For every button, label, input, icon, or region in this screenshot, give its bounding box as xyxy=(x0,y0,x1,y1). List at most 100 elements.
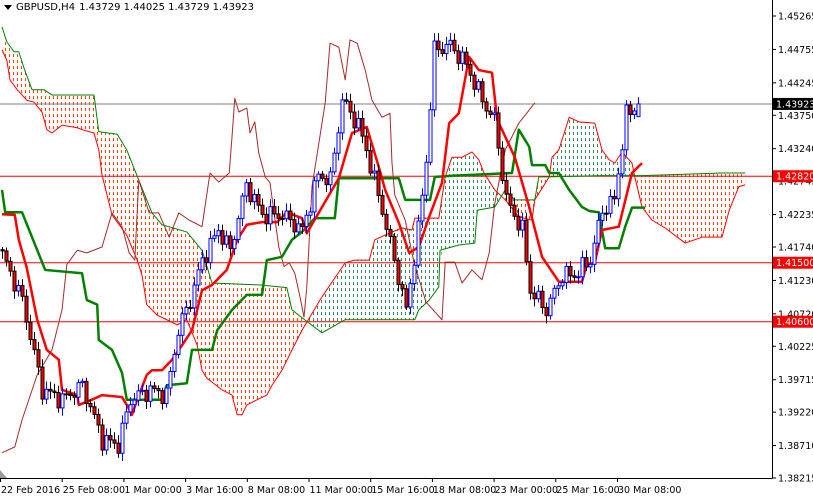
candle-body xyxy=(584,257,589,268)
bullish-candle xyxy=(444,36,449,61)
y-tick-label: 1.39715 xyxy=(778,375,813,386)
bullish-candle xyxy=(616,167,621,207)
bearish-cloud-segment xyxy=(246,284,250,407)
bearish-candle xyxy=(288,203,293,228)
bearish-cloud-segment xyxy=(114,133,118,224)
candle-body xyxy=(560,282,565,287)
candle-body xyxy=(28,321,33,341)
candle-body xyxy=(256,193,261,206)
candle-body xyxy=(132,399,137,406)
candle-body xyxy=(116,442,121,454)
bearish-cloud-segment xyxy=(706,173,710,238)
bullish-cloud-segment xyxy=(354,260,358,320)
x-tick-label: 3 Mar 16:00 xyxy=(186,485,243,496)
candle-body xyxy=(320,173,325,179)
candle-body xyxy=(292,219,297,233)
bearish-candle xyxy=(368,143,373,176)
candle-body xyxy=(108,435,113,441)
candle-body xyxy=(604,212,609,215)
candle-body xyxy=(44,388,49,400)
bearish-cloud-segment xyxy=(722,172,726,238)
bearish-cloud-segment xyxy=(658,174,662,227)
candle-body xyxy=(36,349,41,368)
bullish-candle xyxy=(136,384,141,407)
x-tick-label: 22 Feb 2016 xyxy=(1,485,60,496)
bullish-candle xyxy=(620,144,625,179)
bearish-candle xyxy=(56,385,61,413)
bullish-candle xyxy=(340,93,345,140)
bullish-candle xyxy=(212,228,217,243)
bearish-cloud-segment xyxy=(274,286,278,383)
bearish-candle xyxy=(40,359,45,405)
bullish-candle xyxy=(632,107,637,119)
bullish-candle xyxy=(536,285,541,303)
candle-body xyxy=(388,228,393,237)
candle-body xyxy=(624,104,629,151)
bearish-cloud-segment xyxy=(222,283,226,392)
bullish-cloud-segment xyxy=(458,157,462,246)
candle-body xyxy=(428,109,433,163)
bearish-cloud-segment xyxy=(110,133,114,218)
bearish-candle xyxy=(264,207,269,232)
bullish-candle xyxy=(432,33,437,117)
bearish-candle xyxy=(256,188,261,212)
candle-body xyxy=(544,306,549,317)
bullish-cloud-segment xyxy=(470,153,474,244)
candle-body xyxy=(328,171,333,186)
candle-body xyxy=(128,404,133,413)
candle-body xyxy=(0,249,5,252)
bullish-candle xyxy=(284,203,289,223)
price-level-label: 1.40600 xyxy=(776,317,813,328)
bearish-candle xyxy=(568,261,573,284)
bearish-cloud-segment xyxy=(74,94,78,129)
bearish-candle xyxy=(112,432,117,450)
chart-shift-marker-icon xyxy=(0,470,7,478)
bearish-candle xyxy=(0,247,5,259)
ichimoku-lines xyxy=(0,26,746,454)
candle-body xyxy=(420,194,425,222)
bearish-cloud-segment xyxy=(154,215,158,316)
bearish-candle xyxy=(404,284,409,310)
candle-body xyxy=(200,257,205,271)
bullish-candle xyxy=(120,415,125,462)
bullish-candle xyxy=(476,79,481,93)
bearish-cloud-segment xyxy=(674,174,678,238)
candle-body xyxy=(124,411,129,424)
bullish-candle xyxy=(104,428,109,455)
candle-body xyxy=(268,206,273,225)
price-chart[interactable]: 1.452651.447551.442451.437501.432401.427… xyxy=(0,0,813,497)
candle-body xyxy=(88,403,93,408)
bearish-candle xyxy=(532,286,537,307)
bearish-cloud-segment xyxy=(278,286,282,377)
bullish-candle xyxy=(588,256,593,274)
bearish-candle xyxy=(48,381,53,399)
bearish-cloud-segment xyxy=(218,283,222,390)
candle-body xyxy=(548,297,553,317)
bullish-cloud-segment xyxy=(590,122,594,176)
bearish-cloud-segment xyxy=(86,94,90,132)
candle-body xyxy=(152,385,157,390)
bearish-candle xyxy=(348,93,353,120)
y-tick-label: 1.40225 xyxy=(778,342,813,353)
candle-body xyxy=(40,366,45,400)
candle-body xyxy=(380,195,385,215)
dropdown-triangle-icon[interactable] xyxy=(4,5,12,10)
bearish-candle xyxy=(4,247,9,267)
bullish-cloud-segment xyxy=(434,218,438,294)
bearish-cloud-segment xyxy=(170,227,174,324)
bearish-candle xyxy=(488,106,493,118)
bearish-cloud-segment xyxy=(710,173,714,238)
candle-body xyxy=(52,390,57,394)
bullish-cloud-segment xyxy=(462,155,466,245)
candle-body xyxy=(368,150,373,174)
candle-body xyxy=(572,275,577,278)
bearish-candle xyxy=(604,205,609,222)
candle-body xyxy=(60,393,65,409)
candle-body xyxy=(180,313,185,336)
bearish-candle xyxy=(464,47,469,68)
candle-body xyxy=(76,382,81,398)
bearish-cloud-segment xyxy=(122,142,126,235)
candle-body xyxy=(384,213,389,230)
bearish-cloud-segment xyxy=(698,173,702,239)
bearish-cloud-segment xyxy=(282,287,286,371)
